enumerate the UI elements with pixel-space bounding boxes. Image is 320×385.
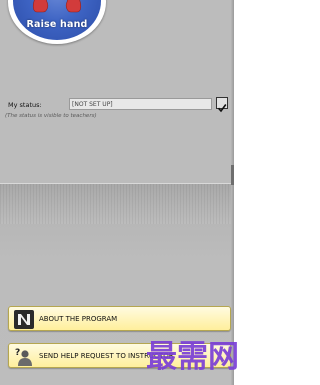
status-checkbox[interactable] xyxy=(216,97,228,113)
help-user-icon: ? xyxy=(15,348,32,366)
about-program-label: ABOUT THE PROGRAM xyxy=(39,315,118,323)
left-panel: Raise hand My status: [NOT SET UP] (The … xyxy=(0,0,234,385)
about-n-icon xyxy=(14,310,34,329)
about-program-button[interactable]: ABOUT THE PROGRAM xyxy=(8,306,231,331)
separator-band xyxy=(0,184,234,224)
status-input[interactable]: [NOT SET UP] xyxy=(69,98,212,110)
panel-edge xyxy=(231,0,234,385)
svg-text:最需网: 最需网 xyxy=(146,339,239,374)
raise-hand-label: Raise hand xyxy=(26,19,88,30)
raise-hand-face: Raise hand xyxy=(13,0,101,40)
panel-shadow xyxy=(231,165,234,185)
check-icon xyxy=(217,104,227,113)
svg-text:?: ? xyxy=(15,348,20,358)
raise-hand-button[interactable]: Raise hand xyxy=(8,0,106,44)
status-hint: (The status is visible to teachers) xyxy=(5,113,97,119)
status-label: My status: xyxy=(8,101,42,109)
app-window: Raise hand My status: [NOT SET UP] (The … xyxy=(0,0,256,385)
watermark-logo: 最需网 xyxy=(146,339,239,374)
